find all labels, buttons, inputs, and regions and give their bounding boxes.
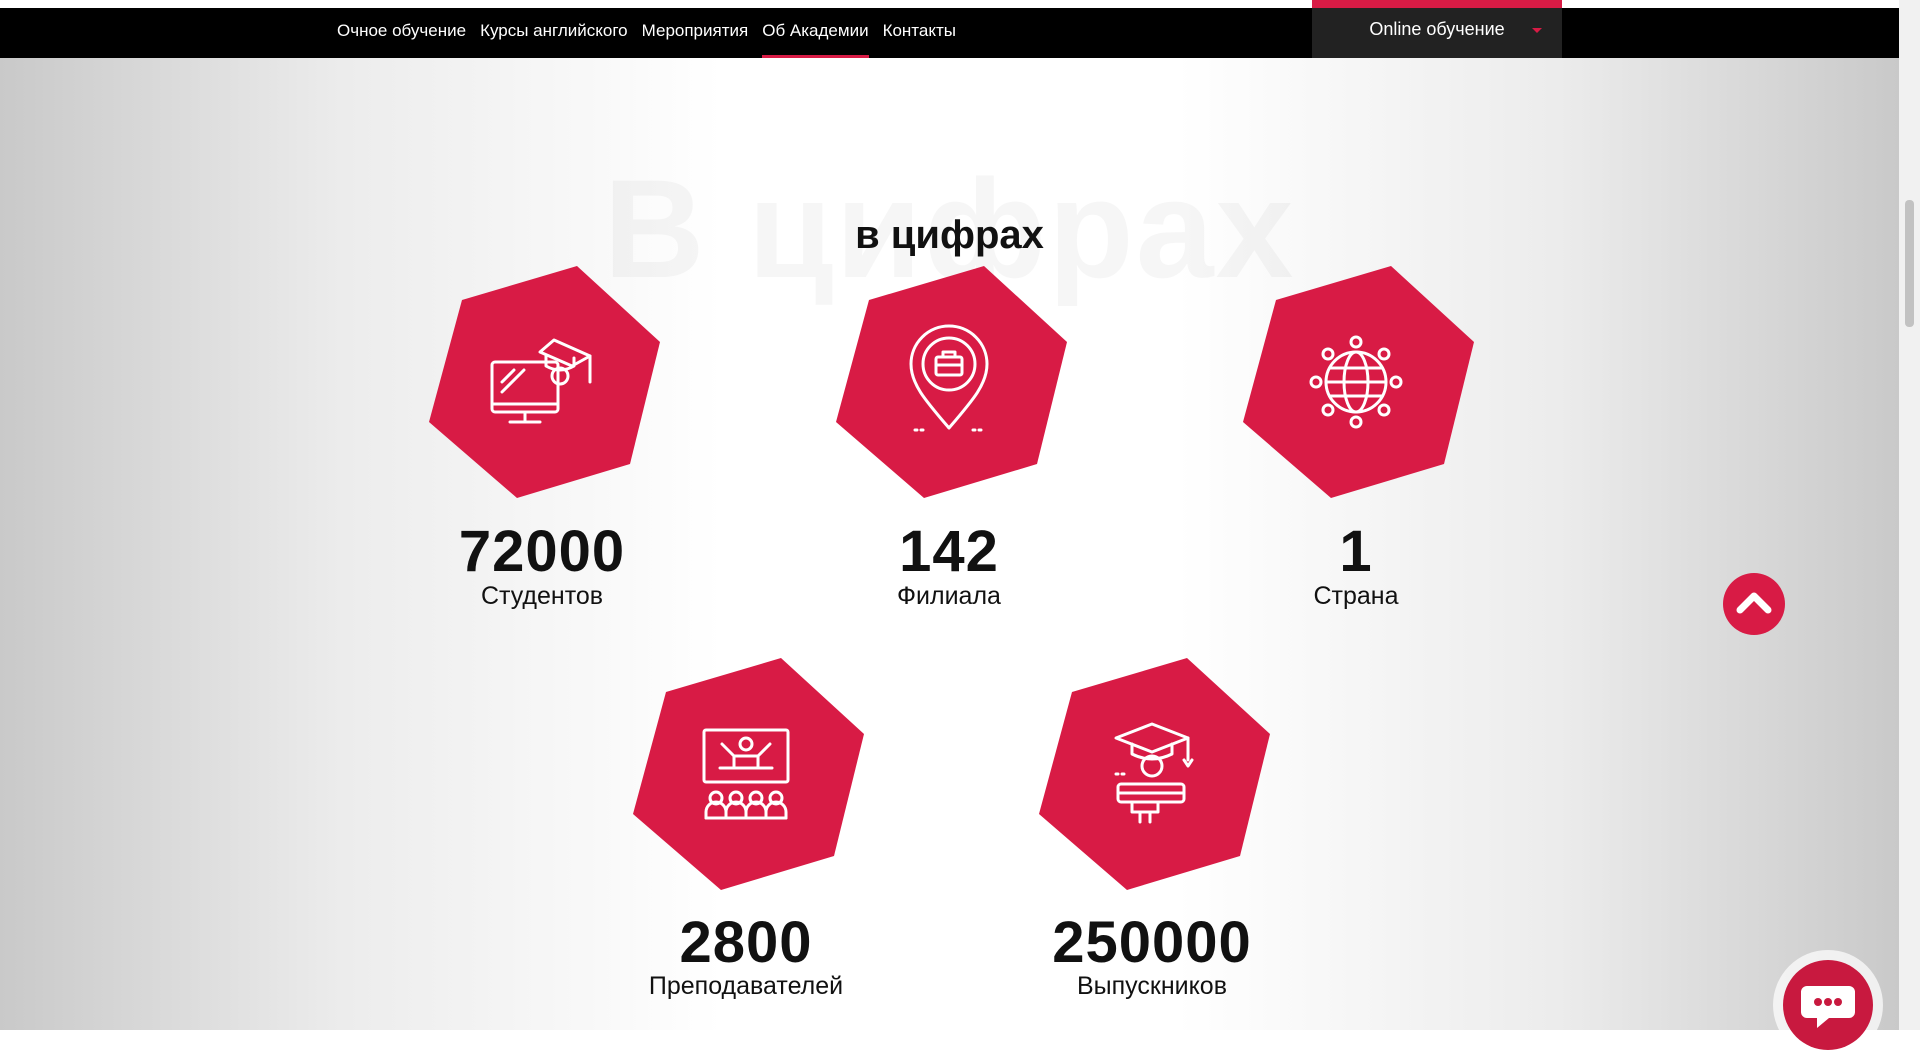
scroll-to-top-button[interactable] [1723, 573, 1785, 635]
page-scrollbar[interactable] [1899, 0, 1920, 1030]
stats-section: В цифрах в цифрах 72000 Студентов [0, 58, 1899, 1030]
top-strip [0, 0, 1899, 8]
stat-number-students: 72000 [458, 519, 626, 584]
nav-link-events[interactable]: Мероприятия [642, 8, 749, 58]
stat-label-branches: Филиала [897, 582, 1001, 610]
stat-hexagon-teachers [626, 656, 866, 896]
chat-button[interactable] [1783, 960, 1873, 1050]
scrollbar-thumb[interactable] [1905, 200, 1914, 327]
stat-label-graduates: Выпускников [1076, 972, 1227, 1000]
caret-down-icon[interactable] [1532, 28, 1542, 33]
online-learning-dropdown[interactable]: Online обучение [1312, 0, 1562, 58]
nav-link-contacts[interactable]: Контакты [883, 8, 956, 58]
stat-label-teachers: Преподавателей [648, 972, 844, 1000]
section-title: в цифрах [855, 213, 1044, 257]
stat-label-students: Студентов [480, 582, 604, 610]
nav-link-about[interactable]: Об Академии [762, 8, 869, 58]
chat-widget [1773, 950, 1883, 1060]
globe-network-icon [1309, 335, 1403, 429]
stat-number-teachers: 2800 [679, 910, 813, 975]
stat-hexagon-country [1236, 264, 1476, 504]
stat-hexagon-graduates [1032, 656, 1272, 896]
chevron-up-icon [1736, 592, 1772, 614]
stat-number-graduates: 250000 [1052, 910, 1252, 975]
stat-label-country: Страна [1313, 582, 1399, 610]
stat-number-branches: 142 [899, 519, 999, 584]
nav-link-ochnoe[interactable]: Очное обучение [337, 8, 466, 58]
stat-hexagon-branches [829, 264, 1069, 504]
nav-link-english-courses[interactable]: Курсы английского [480, 8, 628, 58]
online-button-accent-bar [1312, 0, 1562, 8]
nav-links: Очное обучение Курсы английского Меропри… [337, 8, 970, 58]
chat-bubble-icon [1801, 986, 1855, 1028]
stat-number-country: 1 [1339, 519, 1373, 584]
main-navbar: Очное обучение Курсы английского Меропри… [0, 8, 1899, 58]
stat-hexagon-students [422, 264, 662, 504]
